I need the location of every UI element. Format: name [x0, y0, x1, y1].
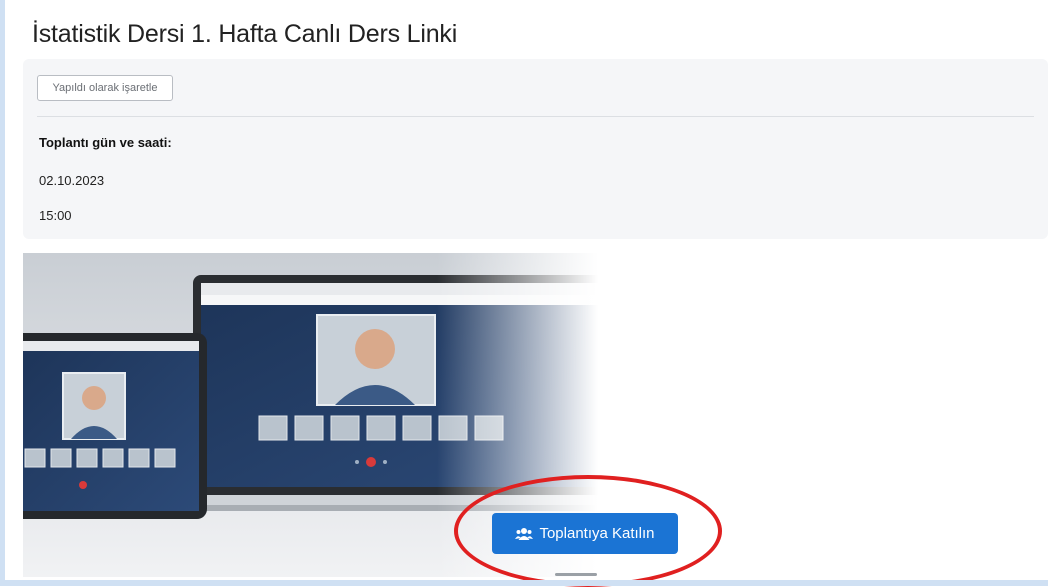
meeting-date: 02.10.2023 — [39, 173, 105, 188]
join-meeting-button[interactable]: Toplantıya Katılın — [492, 513, 678, 554]
join-meeting-label: Toplantıya Katılın — [539, 525, 655, 542]
frame-bottom-border — [0, 580, 1048, 586]
divider — [37, 116, 1034, 117]
users-icon — [515, 527, 534, 541]
scroll-hint — [555, 573, 597, 576]
meeting-datetime-label: Toplantı gün ve saati: — [39, 135, 172, 150]
frame-left-border — [0, 0, 5, 586]
meeting-time: 15:00 — [39, 208, 72, 223]
page-title: İstatistik Dersi 1. Hafta Canlı Ders Lin… — [32, 20, 458, 48]
activity-info-card: Yapıldı olarak işaretle Toplantı gün ve … — [23, 59, 1048, 239]
mark-done-button[interactable]: Yapıldı olarak işaretle — [37, 75, 173, 101]
